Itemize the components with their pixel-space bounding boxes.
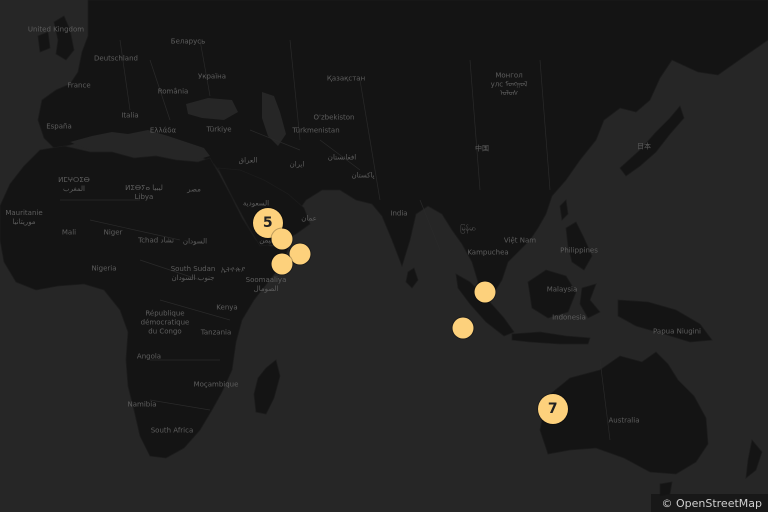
land-sri-lanka xyxy=(405,267,419,289)
map-canvas[interactable]: United Kingdom Deutschland Беларусь Укра… xyxy=(0,0,768,512)
land-java xyxy=(511,331,591,345)
land-great-britain xyxy=(53,15,75,61)
cluster-count: 7 xyxy=(547,400,558,417)
land-japan xyxy=(619,105,685,177)
marker-cluster-australia[interactable]: 7 xyxy=(537,393,568,424)
land-sulawesi xyxy=(579,283,601,319)
land-philippines xyxy=(565,221,593,271)
cluster-count: 5 xyxy=(262,215,273,232)
land-taiwan xyxy=(559,199,569,221)
land-new-guinea xyxy=(617,299,713,343)
marker-south-china[interactable] xyxy=(474,281,496,303)
marker-malaysia[interactable] xyxy=(452,317,474,339)
map-attribution[interactable]: © OpenStreetMap xyxy=(651,494,768,512)
land-borneo xyxy=(527,269,577,319)
attribution-text: © OpenStreetMap xyxy=(661,496,762,510)
marker-tunisia[interactable] xyxy=(271,253,293,275)
basemap xyxy=(0,0,768,497)
marker-western-europe[interactable] xyxy=(271,228,293,250)
land-new-zealand xyxy=(745,439,763,479)
land-ireland xyxy=(37,31,51,53)
land-madagascar xyxy=(253,359,281,415)
